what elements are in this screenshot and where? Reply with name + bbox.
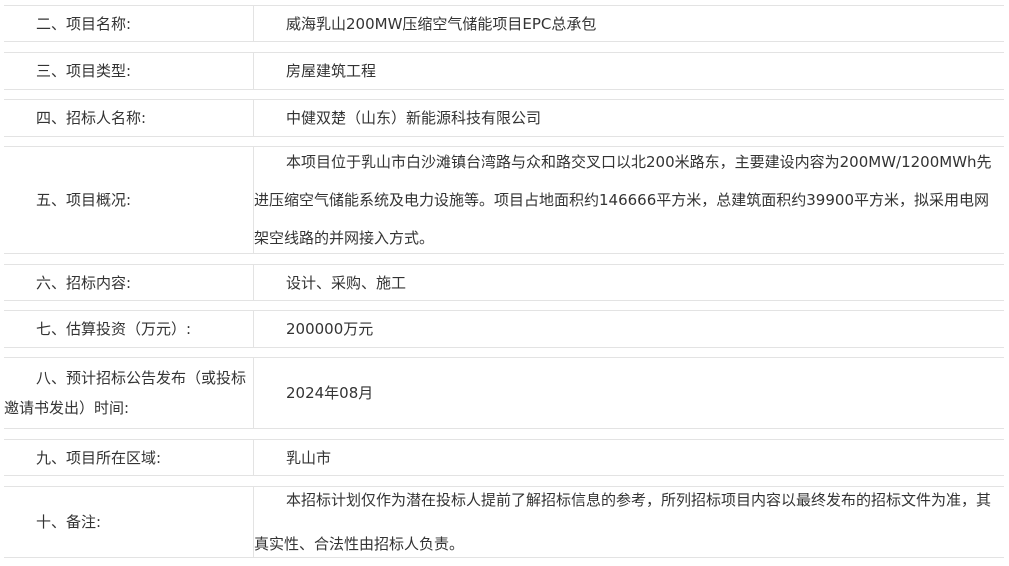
label-cell: 八、预计招标公告发布（或投标邀请书发出）时间: [4,358,254,428]
table-row-project-region: 九、项目所在区域: 乳山市 [4,439,1004,476]
label-cell: 五、项目概况: [4,147,254,253]
label-cell: 二、项目名称: [4,6,254,41]
value-cell: 中健双楚（山东）新能源科技有限公司 [254,100,1004,136]
value-cell: 设计、采购、施工 [254,265,1004,300]
row-value: 本招标计划仅作为潜在投标人提前了解招标信息的参考，所列招标项目内容以最终发布的招… [254,491,992,553]
row-label: 三、项目类型: [36,62,132,80]
row-value: 中健双楚（山东）新能源科技有限公司 [286,109,542,127]
row-value: 设计、采购、施工 [286,273,407,292]
value-cell: 200000万元 [254,311,1004,347]
row-value: 本项目位于乳山市白沙滩镇台湾路与众和路交叉口以北200米路东，主要建设内容为20… [254,153,992,247]
project-info-table: 二、项目名称: 威海乳山200MW压缩空气储能项目EPC总承包 三、项目类型: … [0,0,1009,566]
table-row-project-type: 三、项目类型: 房屋建筑工程 [4,52,1004,90]
row-label: 九、项目所在区域: [36,448,162,467]
row-label: 六、招标内容: [36,273,132,292]
label-cell: 九、项目所在区域: [4,440,254,475]
label-cell: 四、招标人名称: [4,100,254,136]
table-row-estimated-investment: 七、估算投资（万元）: 200000万元 [4,310,1004,348]
table-row-remarks: 十、备注: 本招标计划仅作为潜在投标人提前了解招标信息的参考，所列招标项目内容以… [4,486,1004,558]
row-label: 八、预计招标公告发布（或投标邀请书发出）时间: [4,369,247,417]
value-cell: 2024年08月 [254,358,1004,428]
row-label: 五、项目概况: [36,191,132,209]
table-row-announcement-time: 八、预计招标公告发布（或投标邀请书发出）时间: 2024年08月 [4,357,1004,429]
label-cell: 七、估算投资（万元）: [4,311,254,347]
table-row-project-name: 二、项目名称: 威海乳山200MW压缩空气储能项目EPC总承包 [4,5,1004,42]
row-label: 七、估算投资（万元）: [36,320,192,338]
row-value: 200000万元 [286,320,374,338]
value-cell: 本项目位于乳山市白沙滩镇台湾路与众和路交叉口以北200米路东，主要建设内容为20… [254,147,1004,253]
row-value: 乳山市 [286,448,332,467]
table-row-tenderer-name: 四、招标人名称: 中健双楚（山东）新能源科技有限公司 [4,99,1004,137]
row-value: 房屋建筑工程 [286,62,377,80]
value-cell: 房屋建筑工程 [254,53,1004,89]
label-cell: 六、招标内容: [4,265,254,300]
table-row-tender-content: 六、招标内容: 设计、采购、施工 [4,264,1004,301]
value-cell: 乳山市 [254,440,1004,475]
value-cell: 威海乳山200MW压缩空气储能项目EPC总承包 [254,6,1004,41]
table-row-project-overview: 五、项目概况: 本项目位于乳山市白沙滩镇台湾路与众和路交叉口以北200米路东，主… [4,146,1004,254]
value-cell: 本招标计划仅作为潜在投标人提前了解招标信息的参考，所列招标项目内容以最终发布的招… [254,487,1004,557]
label-cell: 三、项目类型: [4,53,254,89]
row-label: 二、项目名称: [36,14,132,33]
row-value: 威海乳山200MW压缩空气储能项目EPC总承包 [286,14,597,33]
row-label: 十、备注: [36,513,102,531]
row-label: 四、招标人名称: [36,109,147,127]
label-cell: 十、备注: [4,487,254,557]
row-value: 2024年08月 [286,384,374,402]
